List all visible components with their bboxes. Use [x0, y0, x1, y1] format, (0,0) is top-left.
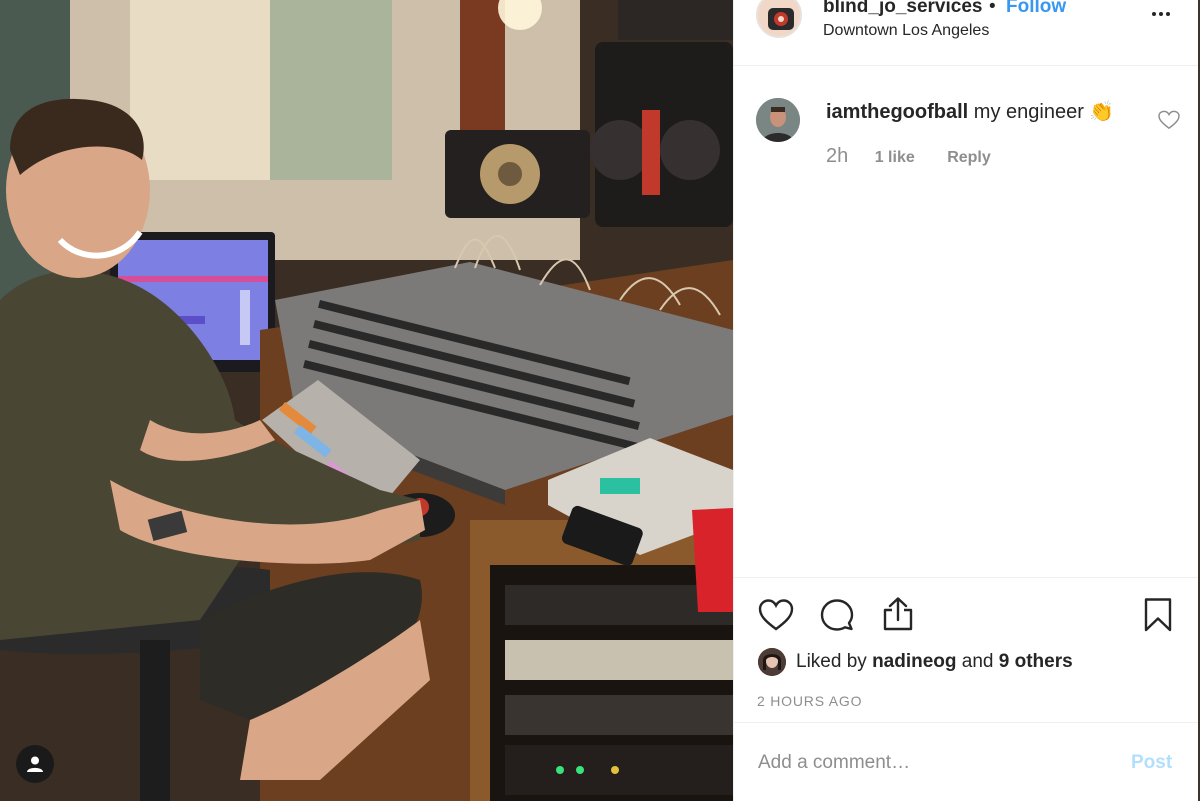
- post-details-panel: blind_jo_services • Follow Downtown Los …: [733, 0, 1199, 801]
- clapping-emoji: 👏: [1089, 101, 1115, 123]
- more-dot: [1159, 12, 1163, 16]
- post-location[interactable]: Downtown Los Angeles: [823, 22, 989, 40]
- comment-likes-count[interactable]: 1 like: [875, 149, 915, 166]
- author-avatar[interactable]: [756, 0, 802, 38]
- liked-by-prefix: Liked by: [796, 651, 867, 672]
- more-dot: [1152, 12, 1156, 16]
- user-icon: [27, 756, 43, 772]
- post-actions: Liked by nadineog and 9 others 2 HOURS A…: [734, 577, 1199, 722]
- liked-by-text: Liked by nadineog and 9 others: [796, 651, 1073, 673]
- post-timestamp[interactable]: 2 HOURS AGO: [757, 693, 862, 709]
- liked-by-user[interactable]: nadineog: [872, 651, 956, 672]
- liked-by-others[interactable]: 9 others: [999, 651, 1073, 672]
- reply-button[interactable]: Reply: [947, 149, 991, 166]
- share-icon[interactable]: [881, 596, 915, 632]
- post-comment-button[interactable]: Post: [1131, 752, 1172, 774]
- comment-icon[interactable]: [820, 598, 854, 632]
- heart-icon[interactable]: [758, 598, 794, 632]
- comment-meta: 2h 1 like Reply: [826, 145, 991, 168]
- post-photo[interactable]: [0, 0, 733, 801]
- commenter-photo: [756, 98, 800, 142]
- camera-logo-icon: [768, 8, 794, 30]
- post-header: blind_jo_services • Follow Downtown Los …: [734, 0, 1199, 66]
- tagged-user-button[interactable]: [16, 745, 54, 783]
- header-separator: •: [989, 0, 996, 17]
- comment-body: my engineer: [973, 101, 1084, 123]
- comment-text: iamthegoofball my engineer 👏: [826, 99, 1114, 124]
- commenter-avatar[interactable]: [756, 98, 800, 142]
- more-options-icon[interactable]: [1146, 4, 1176, 24]
- liked-by-conjunction: and: [961, 651, 994, 672]
- studio-photo-illustration: [0, 0, 733, 801]
- comment-input[interactable]: [758, 749, 1098, 777]
- comment-item: iamthegoofball my engineer 👏 2h 1 like R…: [734, 66, 1199, 176]
- bookmark-icon[interactable]: [1143, 597, 1173, 633]
- comment-time: 2h: [826, 145, 849, 167]
- author-username[interactable]: blind_jo_services: [823, 0, 982, 18]
- more-dot: [1166, 12, 1170, 16]
- follow-button[interactable]: Follow: [1006, 0, 1066, 18]
- liker-photo: [758, 648, 786, 676]
- commenter-username[interactable]: iamthegoofball: [826, 101, 968, 123]
- liker-avatar[interactable]: [758, 648, 786, 676]
- add-comment-bar: Post: [734, 722, 1199, 801]
- comment-like-heart-icon[interactable]: [1158, 110, 1180, 130]
